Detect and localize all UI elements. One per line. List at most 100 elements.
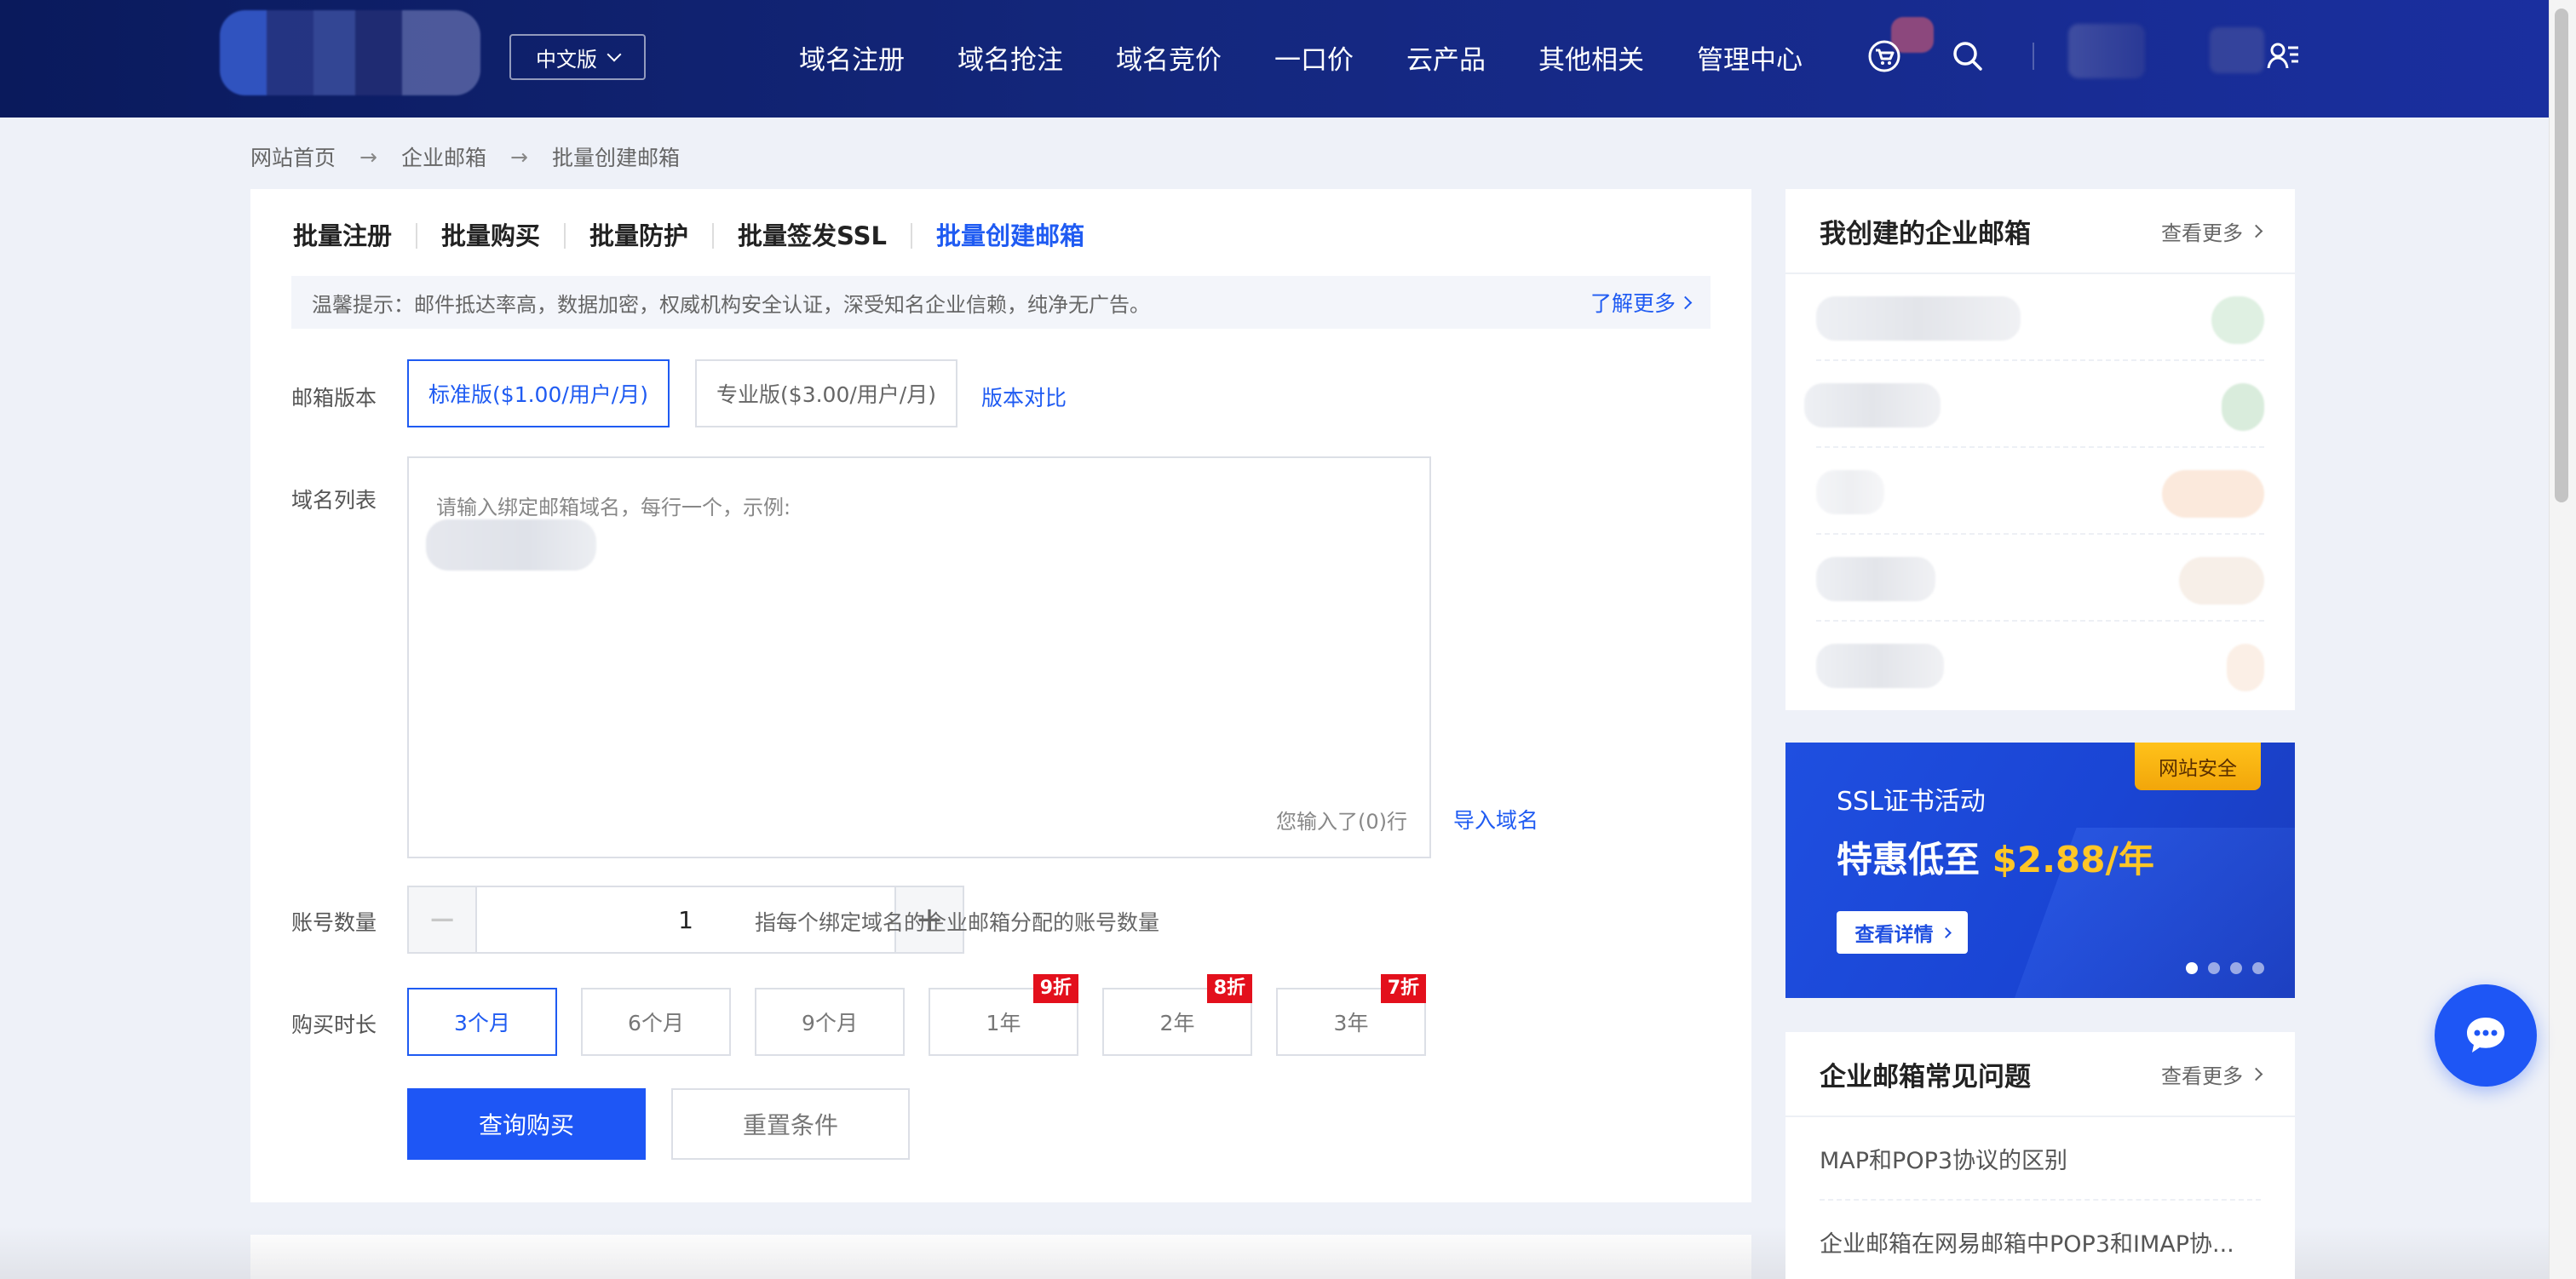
period-2-years[interactable]: 2年 8折 (1102, 974, 1252, 1056)
query-buy-button[interactable]: 查询购买 (407, 1088, 646, 1160)
version-pro-button[interactable]: 专业版($3.00/用户/月) (695, 359, 957, 427)
username[interactable] (2210, 27, 2264, 73)
breadcrumb-home[interactable]: 网站首页 (250, 141, 336, 172)
domain-list-textarea[interactable]: 请输入绑定邮箱域名，每行一个，示例: 您输入了(0)行 (407, 456, 1431, 858)
list-item[interactable] (1816, 622, 2264, 708)
more-label: 查看更多 (2161, 1064, 2243, 1088)
period-9-months[interactable]: 9个月 (755, 988, 905, 1056)
chevron-right-icon (1940, 926, 1952, 938)
banner-cta-label: 查看详情 (1854, 924, 1934, 946)
nav-domain-auction[interactable]: 域名竞价 (1116, 38, 1222, 77)
faq-item[interactable]: 企业邮箱在网易邮箱中POP3和IMAP协... (1820, 1201, 2261, 1279)
tab-batch-mail[interactable]: 批量创建邮箱 (912, 223, 1108, 249)
cart-icon[interactable] (1866, 37, 1903, 75)
mailbox-status (2211, 296, 2264, 344)
discount-badge: 7折 (1380, 974, 1426, 1003)
faq-item[interactable]: MAP和POP3协议的区别 (1820, 1117, 2261, 1201)
nav-admin-center[interactable]: 管理中心 (1697, 38, 1803, 77)
domain-list-label: 域名列表 (291, 488, 377, 513)
mailbox-name (1816, 296, 2021, 341)
account-count-label: 账号数量 (291, 910, 377, 935)
import-domain-link[interactable]: 导入域名 (1453, 804, 1538, 835)
avatar[interactable] (2068, 24, 2145, 78)
main-nav: 域名注册 域名抢注 域名竞价 一口价 云产品 其他相关 管理中心 (799, 34, 1803, 80)
nav-fixed-price[interactable]: 一口价 (1274, 38, 1354, 77)
my-mailboxes-title: 我创建的企业邮箱 (1820, 218, 2031, 249)
period-text: 9个月 (802, 1011, 858, 1035)
list-item[interactable] (1816, 274, 2264, 361)
period-text: 3个月 (454, 1011, 510, 1035)
learn-more-label: 了解更多 (1590, 291, 1676, 316)
carousel-dot[interactable] (2186, 962, 2198, 974)
mailbox-name (1816, 644, 1944, 688)
nav-cloud-products[interactable]: 云产品 (1406, 38, 1486, 77)
version-standard-button[interactable]: 标准版($1.00/用户/月) (407, 359, 670, 427)
my-mailboxes-more-link[interactable]: 查看更多 (2161, 216, 2263, 246)
mailbox-status (2162, 470, 2264, 518)
version-compare-link[interactable]: 版本对比 (981, 381, 1067, 412)
period-3-months[interactable]: 3个月 (407, 988, 557, 1056)
carousel-dots (2186, 962, 2264, 974)
tab-batch-protect[interactable]: 批量防护 (566, 223, 715, 249)
breadcrumb-enterprise-mail[interactable]: 企业邮箱 (401, 141, 486, 172)
tip-text: 温馨提示：邮件抵达率高，数据加密，权威机构安全认证，深受知名企业信赖，纯净无广告… (312, 292, 1150, 317)
chevron-right-icon (2249, 224, 2263, 238)
faq-header: 企业邮箱常见问题 查看更多 (1785, 1032, 2295, 1117)
list-item[interactable] (1816, 448, 2264, 535)
breadcrumb-separator: → (509, 144, 528, 169)
more-label: 查看更多 (2161, 221, 2243, 245)
banner-title: SSL证书活动 (1837, 787, 1986, 817)
reset-button[interactable]: 重置条件 (671, 1088, 910, 1160)
list-item[interactable] (1804, 361, 2264, 448)
breadcrumb-separator: → (359, 144, 377, 169)
period-1-year[interactable]: 1年 9折 (929, 974, 1078, 1056)
banner-headline: 特惠低至 $2.88/年 (1837, 831, 2154, 883)
language-selector[interactable]: 中文版 (509, 34, 646, 80)
banner-headline-text: 特惠低至 (1837, 839, 1981, 880)
banner-detail-button[interactable]: 查看详情 (1837, 911, 1968, 954)
learn-more-link[interactable]: 了解更多 (1590, 287, 1693, 318)
mailbox-status (2227, 644, 2264, 691)
tab-batch-ssl[interactable]: 批量签发SSL (714, 223, 912, 249)
faq-card: 企业邮箱常见问题 查看更多 MAP和POP3协议的区别 企业邮箱在网易邮箱中PO… (1785, 1032, 2295, 1279)
user-menu-icon[interactable] (2266, 39, 2300, 73)
chevron-right-icon (1678, 295, 1693, 309)
breadcrumb: 网站首页 → 企业邮箱 → 批量创建邮箱 (250, 141, 680, 172)
period-6-months[interactable]: 6个月 (581, 988, 731, 1056)
discount-badge: 9折 (1032, 974, 1078, 1003)
mailbox-status (2179, 557, 2264, 605)
language-label: 中文版 (536, 47, 597, 72)
faq-title: 企业邮箱常见问题 (1820, 1061, 2031, 1093)
my-mailboxes-header: 我创建的企业邮箱 查看更多 (1785, 189, 2295, 274)
period-text: 2年 (1159, 1011, 1195, 1035)
carousel-dot[interactable] (2230, 962, 2242, 974)
tab-batch-buy[interactable]: 批量购买 (417, 223, 566, 249)
account-count-hint: 指每个绑定域名的企业邮箱分配的账号数量 (755, 910, 1160, 935)
batch-mail-form-card: 批量注册 批量购买 批量防护 批量签发SSL 批量创建邮箱 温馨提示：邮件抵达率… (250, 189, 1751, 1202)
faq-more-link[interactable]: 查看更多 (2161, 1059, 2263, 1089)
chat-bubble-icon (2467, 1018, 2504, 1052)
carousel-dot[interactable] (2208, 962, 2220, 974)
nav-domain-snap[interactable]: 域名抢注 (957, 38, 1063, 77)
chevron-right-icon (2249, 1067, 2263, 1081)
nav-others[interactable]: 其他相关 (1538, 38, 1644, 77)
ssl-promo-banner[interactable]: 网站安全 SSL证书活动 特惠低至 $2.88/年 查看详情 (1785, 743, 2295, 998)
domain-placeholder: 请输入绑定邮箱域名，每行一个，示例: (436, 496, 791, 519)
period-3-years[interactable]: 3年 7折 (1276, 974, 1426, 1056)
line-counter: 您输入了(0)行 (1276, 810, 1407, 834)
chat-button[interactable] (2435, 984, 2537, 1087)
site-logo[interactable] (220, 10, 480, 95)
list-item[interactable] (1816, 535, 2264, 622)
carousel-dot[interactable] (2252, 962, 2264, 974)
search-icon[interactable] (1949, 37, 1987, 75)
period-text: 3年 (1333, 1011, 1369, 1035)
tip-bar: 温馨提示：邮件抵达率高，数据加密，权威机构安全认证，深受知名企业信赖，纯净无广告… (291, 276, 1711, 329)
mailbox-name (1804, 383, 1941, 427)
minus-icon[interactable]: − (409, 887, 477, 952)
version-label: 邮箱版本 (291, 386, 377, 410)
period-label: 购买时长 (291, 1012, 377, 1037)
tab-batch-register[interactable]: 批量注册 (293, 223, 418, 249)
nav-domain-register[interactable]: 域名注册 (799, 38, 905, 77)
banner-ribbon: 网站安全 (2135, 743, 2261, 790)
scrollbar-thumb[interactable] (2555, 9, 2568, 502)
